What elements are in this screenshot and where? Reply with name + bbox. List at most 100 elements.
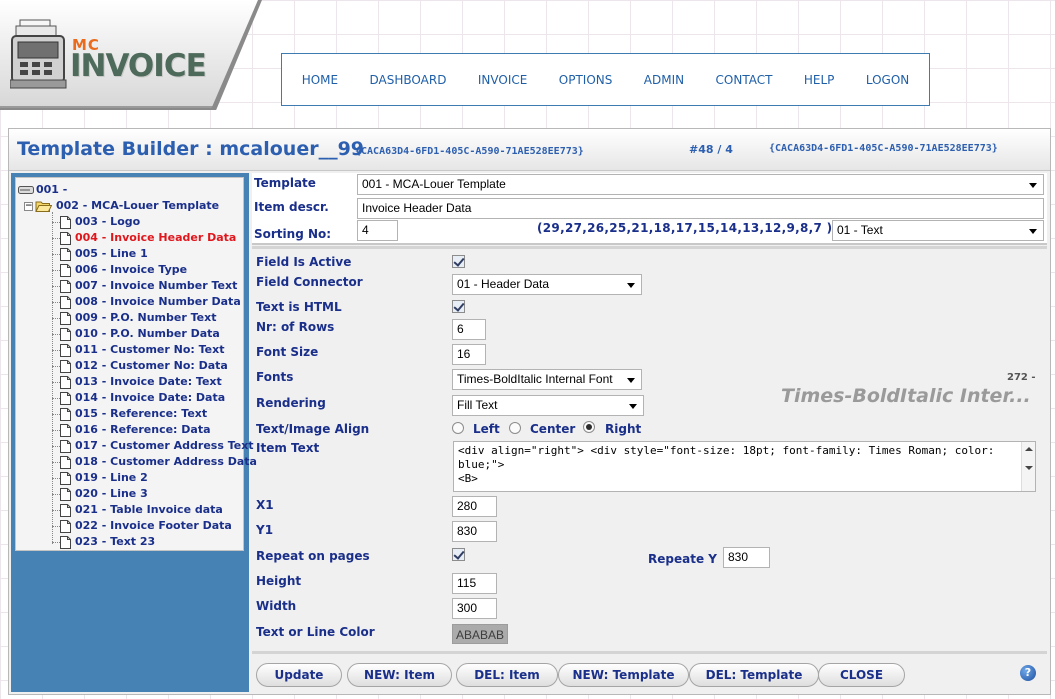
itemtext-label: Item Text — [256, 441, 320, 455]
tree-item[interactable]: 003 - Logo — [60, 214, 140, 230]
tree-item-label: 008 - Invoice Number Data — [75, 295, 241, 308]
x1-input[interactable]: 280 — [452, 496, 497, 517]
tree-item[interactable]: 005 - Line 1 — [60, 246, 148, 262]
nav-help[interactable]: HELP — [804, 73, 835, 87]
active-label: Field Is Active — [256, 255, 352, 269]
tree-item[interactable]: 017 - Customer Address Text — [60, 438, 254, 454]
textarea-scrollbar[interactable] — [1021, 442, 1035, 491]
page-icon — [60, 295, 71, 309]
collapse-icon[interactable]: − — [24, 201, 33, 211]
tree-item[interactable]: 022 - Invoice Footer Data — [60, 518, 232, 534]
tree-item[interactable]: 023 - Text 23 — [60, 534, 155, 550]
new-template-button[interactable]: NEW: Template — [558, 663, 689, 687]
rendering-select[interactable]: Fill Text — [452, 395, 644, 416]
scroll-down-icon[interactable] — [1025, 466, 1033, 470]
repeatY-input[interactable]: 830 — [723, 547, 770, 568]
page-icon — [60, 247, 71, 261]
tree-item[interactable]: 004 - Invoice Header Data — [60, 230, 236, 246]
repeat-checkbox[interactable] — [452, 548, 465, 561]
tree-item[interactable]: 015 - Reference: Text — [60, 406, 207, 422]
tree-item-label: 006 - Invoice Type — [75, 263, 188, 276]
sorting-input[interactable]: 4 — [357, 220, 398, 241]
tree-item[interactable]: 008 - Invoice Number Data — [60, 294, 241, 310]
help-icon[interactable]: ? — [1020, 665, 1036, 681]
template-select[interactable]: 001 - MCA-Louer Template — [357, 174, 1044, 195]
color-label: Text or Line Color — [256, 625, 375, 639]
tree-item-label: 011 - Customer No: Text — [75, 343, 225, 356]
nav-admin[interactable]: ADMIN — [644, 73, 684, 87]
tree-item[interactable]: 021 - Table Invoice data — [60, 502, 223, 518]
del-item-button[interactable]: DEL: Item — [456, 663, 558, 687]
nav-home[interactable]: HOME — [302, 73, 338, 87]
nav-dashboard[interactable]: DASHBOARD — [370, 73, 447, 87]
nav-options[interactable]: OPTIONS — [559, 73, 613, 87]
tree-item[interactable]: 010 - P.O. Number Data — [60, 326, 220, 342]
tree-item[interactable]: 009 - P.O. Number Text — [60, 310, 216, 326]
height-input[interactable]: 115 — [452, 573, 497, 594]
align-center-radio[interactable] — [509, 422, 521, 434]
tree-item[interactable]: 011 - Customer No: Text — [60, 342, 224, 358]
update-button[interactable]: Update — [256, 663, 342, 687]
page-icon — [60, 439, 71, 453]
rows-input[interactable]: 6 — [452, 319, 486, 340]
page-icon — [60, 343, 71, 357]
tree-item[interactable]: 006 - Invoice Type — [60, 262, 187, 278]
tree-item-label: 012 - Customer No: Data — [75, 359, 228, 372]
nav-contact[interactable]: CONTACT — [716, 73, 773, 87]
close-button[interactable]: CLOSE — [818, 663, 905, 687]
tree-item-label: 023 - Text 23 — [75, 535, 156, 548]
fontsize-input[interactable]: 16 — [452, 344, 486, 365]
rendering-label: Rendering — [256, 396, 326, 410]
tree-item-label: 010 - P.O. Number Data — [75, 327, 220, 340]
html-checkbox[interactable] — [452, 300, 465, 313]
tree-parent-label: 002 - MCA-Louer Template — [56, 199, 220, 212]
page-icon — [60, 279, 71, 293]
preview-font-number: 272 - — [1007, 372, 1036, 383]
scroll-up-icon[interactable] — [1025, 447, 1033, 451]
del-template-button[interactable]: DEL: Template — [689, 663, 819, 687]
item-text-textarea[interactable]: <div align="right"> <div style="font-siz… — [453, 441, 1036, 492]
fonts-label: Fonts — [256, 370, 294, 384]
template-builder-panel: Template Builder : mcalouer__99 {CACA63D… — [8, 128, 1051, 695]
page-icon — [60, 471, 71, 485]
font-preview: Times-BoldItalic Inter... — [781, 385, 1031, 407]
new-item-button[interactable]: NEW: Item — [347, 663, 452, 687]
page-icon — [60, 391, 71, 405]
separator-bottom — [252, 651, 1047, 654]
tree-item-label: 018 - Customer Address Data — [75, 455, 257, 468]
nav-invoice[interactable]: INVOICE — [478, 73, 527, 87]
tree-item-label: 004 - Invoice Header Data — [75, 231, 237, 244]
tree-item[interactable]: 018 - Customer Address Data — [60, 454, 257, 470]
color-input[interactable]: ABABAB — [452, 624, 508, 644]
align-right-radio[interactable] — [583, 421, 595, 433]
y1-input[interactable]: 830 — [452, 521, 497, 542]
width-input[interactable]: 300 — [452, 598, 497, 619]
item-descr-input[interactable]: Invoice Header Data — [357, 198, 1044, 219]
template-guid-right: {CACA63D4-6FD1-405C-A590-71AE528EE773} — [769, 143, 998, 154]
tree-item[interactable]: 020 - Line 3 — [60, 486, 148, 502]
connector-label: Field Connector — [256, 275, 363, 289]
tree-item[interactable]: 012 - Customer No: Data — [60, 358, 228, 374]
tree-item-label: 017 - Customer Address Text — [75, 439, 254, 452]
active-checkbox[interactable] — [452, 255, 465, 268]
align-left-radio[interactable] — [452, 422, 464, 434]
tree-item-label: 015 - Reference: Text — [75, 407, 208, 420]
fonts-select[interactable]: Times-BoldItalic Internal Font — [452, 369, 642, 390]
tree-item-label: 014 - Invoice Date: Data — [75, 391, 226, 404]
nav-logon[interactable]: LOGON — [866, 73, 909, 87]
tree-root[interactable]: 001 - — [18, 182, 67, 198]
tree-item[interactable]: 019 - Line 2 — [60, 470, 148, 486]
connector-select[interactable]: 01 - Header Data — [452, 274, 642, 295]
folder-open-icon — [35, 201, 52, 212]
align-left-label: Left — [473, 422, 500, 436]
tree-item[interactable]: 007 - Invoice Number Text — [60, 278, 237, 294]
tree-item[interactable]: 016 - Reference: Data — [60, 422, 211, 438]
tree-item[interactable]: 013 - Invoice Date: Text — [60, 374, 222, 390]
item-type-select[interactable]: 01 - Text — [832, 220, 1044, 241]
main-nav: HOME DASHBOARD INVOICE OPTIONS ADMIN CON… — [281, 53, 930, 106]
sorting-list: (29,27,26,25,21,18,17,15,14,13,12,9,8,7 … — [537, 221, 833, 235]
cash-register-icon — [10, 19, 67, 89]
tree-item-label: 021 - Table Invoice data — [75, 503, 223, 516]
tree-item[interactable]: 014 - Invoice Date: Data — [60, 390, 225, 406]
tree-parent[interactable]: − 002 - MCA-Louer Template — [24, 198, 219, 214]
